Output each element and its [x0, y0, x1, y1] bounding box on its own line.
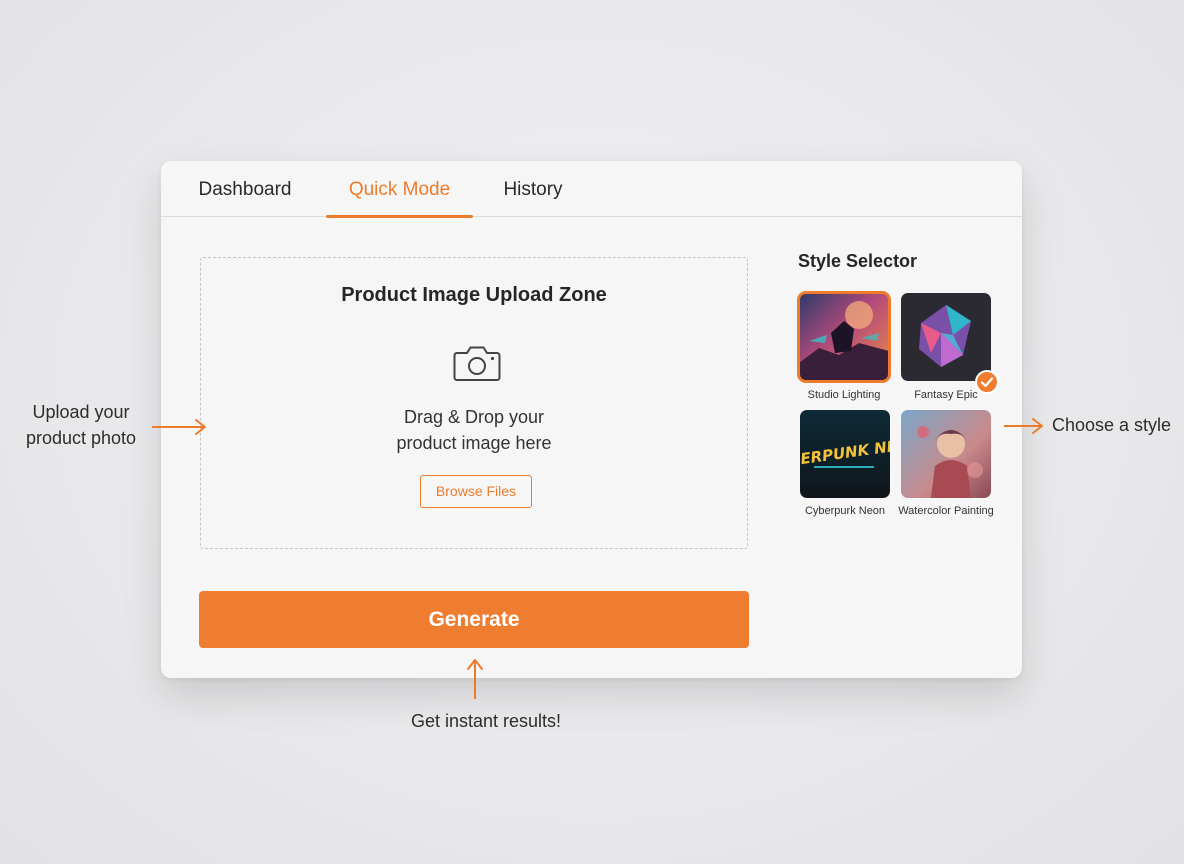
- style-thumb-watercolor-painting[interactable]: [901, 410, 991, 498]
- upload-zone-title: Product Image Upload Zone: [341, 284, 607, 306]
- browse-files-button[interactable]: Browse Files: [420, 475, 532, 508]
- style-label-cyberpunk-neon: Cyberpurk Neon: [804, 505, 886, 517]
- style-thumb-studio-lighting[interactable]: [797, 291, 891, 383]
- arrow-up-icon: [467, 659, 483, 699]
- fantasy-epic-image: [901, 293, 991, 381]
- cyberpunk-neon-image: CYBERPUNK NEON: [800, 410, 890, 498]
- tab-history[interactable]: History: [497, 161, 569, 217]
- annotation-upload-line-2: product photo: [25, 428, 137, 448]
- tab-quick-mode[interactable]: Quick Mode: [326, 161, 473, 218]
- style-thumb-cyberpunk-neon[interactable]: CYBERPUNK NEON: [800, 410, 890, 498]
- annotation-results: Get instant results!: [410, 711, 562, 731]
- arrow-right-icon: [1004, 418, 1043, 434]
- style-label-watercolor-painting: Watercolor Painting: [898, 505, 994, 517]
- drag-drop-text: Drag & Drop your product image here: [201, 404, 747, 456]
- upload-dropzone[interactable]: Product Image Upload Zone Drag & Drop yo…: [200, 257, 748, 549]
- watercolor-painting-image: [901, 410, 991, 498]
- drag-drop-line-1: Drag & Drop your: [403, 407, 545, 427]
- tab-dashboard[interactable]: Dashboard: [197, 161, 293, 217]
- annotation-choose-style: Choose a style: [1052, 415, 1172, 435]
- annotation-upload: Upload your product photo: [16, 399, 146, 451]
- tab-bar: Dashboard Quick Mode History: [161, 161, 1022, 218]
- style-thumb-fantasy-epic[interactable]: [901, 293, 991, 381]
- studio-lighting-image: [799, 293, 889, 381]
- generate-button[interactable]: Generate: [199, 591, 749, 648]
- camera-icon: [453, 346, 501, 381]
- drag-drop-line-2: product image here: [396, 433, 552, 453]
- style-label-studio-lighting: Studio Lighting: [807, 389, 881, 401]
- quick-mode-card: Dashboard Quick Mode History Product Ima…: [161, 161, 1022, 678]
- arrow-right-icon: [152, 419, 206, 435]
- style-selector-title: Style Selector: [798, 251, 918, 271]
- checkmark-icon: [975, 370, 999, 394]
- annotation-upload-line-1: Upload your: [32, 402, 130, 422]
